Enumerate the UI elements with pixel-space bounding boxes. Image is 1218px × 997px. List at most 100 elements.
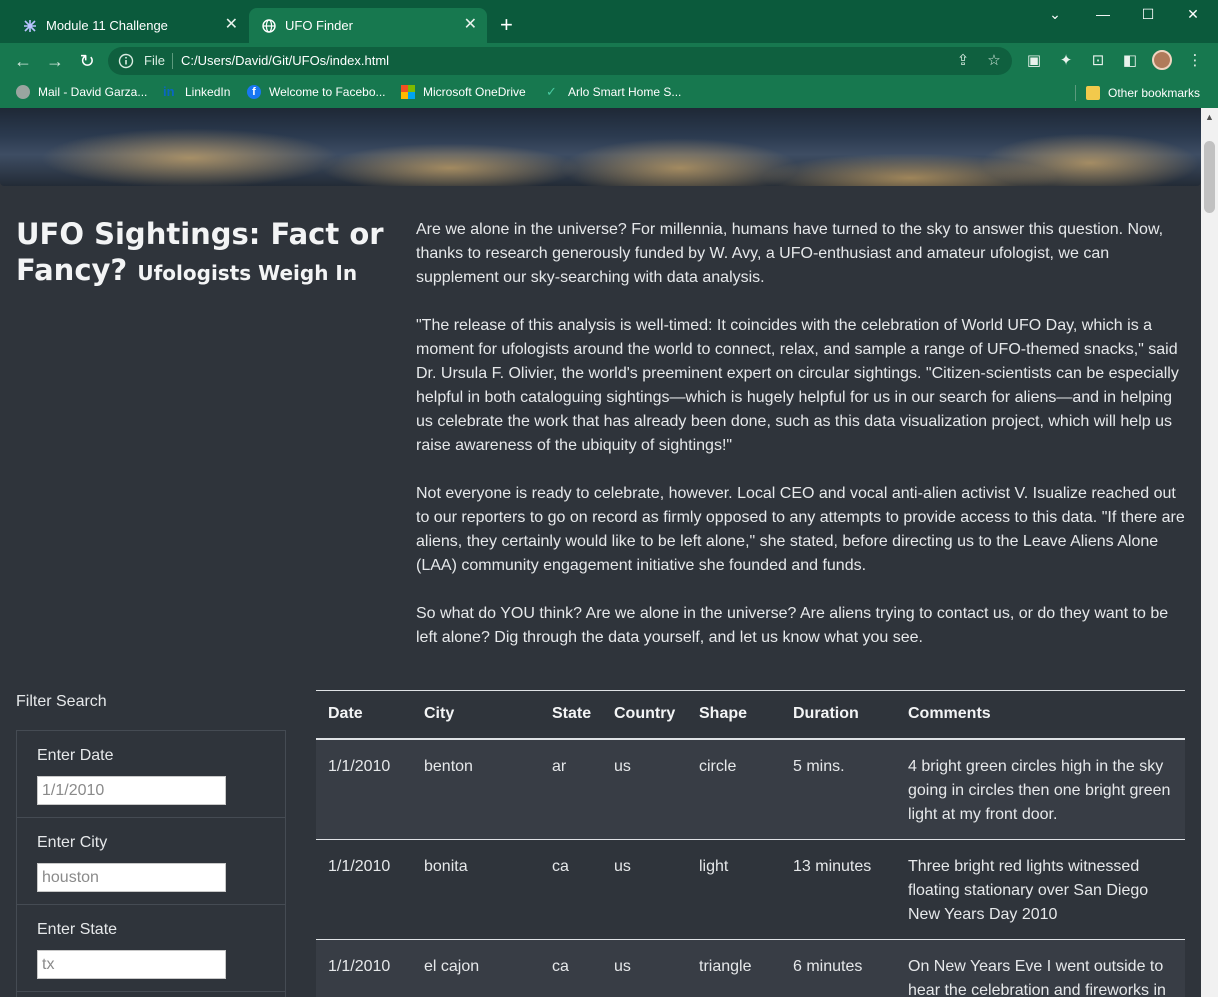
filter-city: Enter City (17, 818, 285, 905)
bookmark-linkedin[interactable]: in LinkedIn (163, 85, 231, 100)
article-paragraph: Not everyone is ready to celebrate, howe… (416, 485, 1185, 574)
new-tab-icon[interactable]: + (500, 14, 513, 36)
article-paragraph: So what do YOU think? Are we alone in th… (416, 605, 1169, 646)
column-header-comments: Comments (908, 705, 991, 723)
back-icon[interactable]: ← (13, 51, 33, 71)
date-input[interactable] (37, 776, 226, 805)
profile-avatar[interactable] (1152, 50, 1172, 70)
city-input[interactable] (37, 863, 226, 892)
column-header-date: Date (328, 705, 363, 723)
scrollbar-thumb[interactable] (1204, 141, 1215, 213)
cell-state: ar (552, 757, 567, 775)
tab-module-11-challenge[interactable]: Module 11 Challenge ✕ (10, 8, 248, 43)
cell-comments: On New Years Eve I went outside to hear … (908, 957, 1166, 997)
tab-close-icon[interactable]: ✕ (225, 17, 238, 33)
cell-date: 1/1/2010 (328, 757, 391, 775)
table-header-row: Date City State Country Shape Duration C… (316, 690, 1185, 739)
other-bookmarks[interactable]: Other bookmarks (1075, 85, 1200, 101)
bookmark-label: Microsoft OneDrive (423, 85, 526, 99)
tab-label: UFO Finder (285, 18, 353, 33)
cell-shape: circle (699, 757, 737, 775)
browser-titlebar: Module 11 Challenge ✕ UFO Finder ✕ + ⌄ —… (0, 0, 1218, 43)
tab-search-chevron-icon[interactable]: ⌄ (1044, 6, 1066, 24)
article-body: Are we alone in the universe? For millen… (416, 218, 1188, 674)
vertical-scrollbar[interactable]: ▲ (1201, 108, 1218, 997)
bookmark-label: Mail - David Garza... (38, 85, 148, 99)
cell-city: el cajon (424, 957, 480, 975)
cell-shape: triangle (699, 957, 752, 975)
globe-icon (261, 18, 277, 34)
cell-date: 1/1/2010 (328, 957, 391, 975)
bookmark-onedrive[interactable]: Microsoft OneDrive (401, 85, 526, 99)
filter-city-label: Enter City (37, 834, 108, 851)
cell-comments: 4 bright green circles high in the sky g… (908, 757, 1171, 823)
page-title: UFO Sightings: Fact or Fancy? Ufologists… (16, 216, 396, 291)
bookmark-label: Arlo Smart Home S... (568, 85, 682, 99)
bookmark-label: LinkedIn (185, 85, 231, 99)
forward-icon[interactable]: → (45, 51, 65, 71)
filter-date-label: Enter Date (37, 747, 114, 764)
bookmark-separator (1075, 85, 1076, 101)
filter-search-title: Filter Search (16, 693, 107, 710)
url-text[interactable]: C:/Users/David/Git/UFOs/index.html (181, 53, 389, 68)
cell-city: bonita (424, 857, 468, 875)
cell-city: benton (424, 757, 473, 775)
sightings-table: Date City State Country Shape Duration C… (316, 690, 1185, 997)
microsoft-icon (401, 85, 415, 99)
table-row: 1/1/2010 el cajon ca us triangle 6 minut… (316, 939, 1185, 997)
globe-icon (16, 85, 30, 99)
bookmark-arlo[interactable]: ✓ Arlo Smart Home S... (546, 84, 682, 100)
side-panel-icon[interactable]: ◧ (1121, 52, 1139, 70)
article-paragraph: "The release of this analysis is well-ti… (416, 317, 1179, 454)
address-bar[interactable]: File C:/Users/David/Git/UFOs/index.html … (108, 47, 1012, 75)
filter-state: Enter State (17, 905, 285, 992)
bookmarks-bar: Mail - David Garza... in LinkedIn f Welc… (0, 79, 1218, 108)
minimize-icon[interactable]: — (1092, 6, 1114, 24)
table-row: 1/1/2010 bonita ca us light 13 minutes T… (316, 839, 1185, 939)
column-header-duration: Duration (793, 705, 859, 723)
table-row: 1/1/2010 benton ar us circle 5 mins. 4 b… (316, 738, 1185, 839)
folder-icon (1086, 86, 1100, 100)
cell-country: us (614, 857, 631, 875)
column-header-city: City (424, 705, 455, 723)
scheme-label: File (144, 53, 165, 68)
arlo-icon: ✓ (546, 84, 557, 99)
cast-icon[interactable]: ⊡ (1089, 52, 1107, 70)
sightings-table-wrap: Date City State Country Shape Duration C… (316, 690, 1185, 997)
column-header-country: Country (614, 705, 676, 723)
share-icon[interactable]: ⇪ (954, 52, 972, 70)
filter-date: Enter Date (17, 731, 285, 818)
cell-country: us (614, 957, 631, 975)
scroll-up-arrow-icon[interactable]: ▲ (1205, 112, 1214, 122)
bookmark-star-icon[interactable]: ☆ (985, 52, 1003, 70)
bookmark-label: Other bookmarks (1108, 86, 1201, 100)
close-window-icon[interactable]: ✕ (1182, 6, 1204, 24)
extensions-puzzle-icon[interactable]: ✦ (1057, 52, 1075, 70)
cell-comments: Three bright red lights witnessed floati… (908, 857, 1149, 923)
menu-kebab-icon[interactable]: ⋮ (1186, 52, 1204, 70)
column-header-shape: Shape (699, 705, 748, 723)
hero-image (0, 108, 1201, 186)
cell-duration: 6 minutes (793, 957, 863, 975)
info-icon[interactable] (118, 53, 134, 69)
tab-close-icon[interactable]: ✕ (464, 17, 477, 33)
cell-state: ca (552, 957, 569, 975)
cell-duration: 13 minutes (793, 857, 872, 875)
column-header-state: State (552, 705, 592, 723)
filter-panel: Enter Date Enter City Enter State (16, 730, 286, 997)
github-icon (22, 18, 38, 34)
state-input[interactable] (37, 950, 226, 979)
cell-date: 1/1/2010 (328, 857, 391, 875)
tab-ufo-finder[interactable]: UFO Finder ✕ (249, 8, 487, 43)
address-separator (172, 53, 173, 69)
bookmark-mail[interactable]: Mail - David Garza... (16, 85, 147, 99)
maximize-icon[interactable]: ☐ (1137, 6, 1159, 24)
article-paragraph: Are we alone in the universe? For millen… (416, 221, 1164, 286)
facebook-icon: f (247, 85, 261, 99)
bookmark-label: Welcome to Facebo... (269, 85, 386, 99)
bookmark-facebook[interactable]: f Welcome to Facebo... (247, 85, 386, 99)
extension-app-icon[interactable]: ▣ (1025, 52, 1043, 70)
tab-label: Module 11 Challenge (46, 18, 168, 33)
reload-icon[interactable]: ↻ (77, 51, 97, 71)
browser-toolbar: ← → ↻ File C:/Users/David/Git/UFOs/index… (0, 43, 1218, 79)
